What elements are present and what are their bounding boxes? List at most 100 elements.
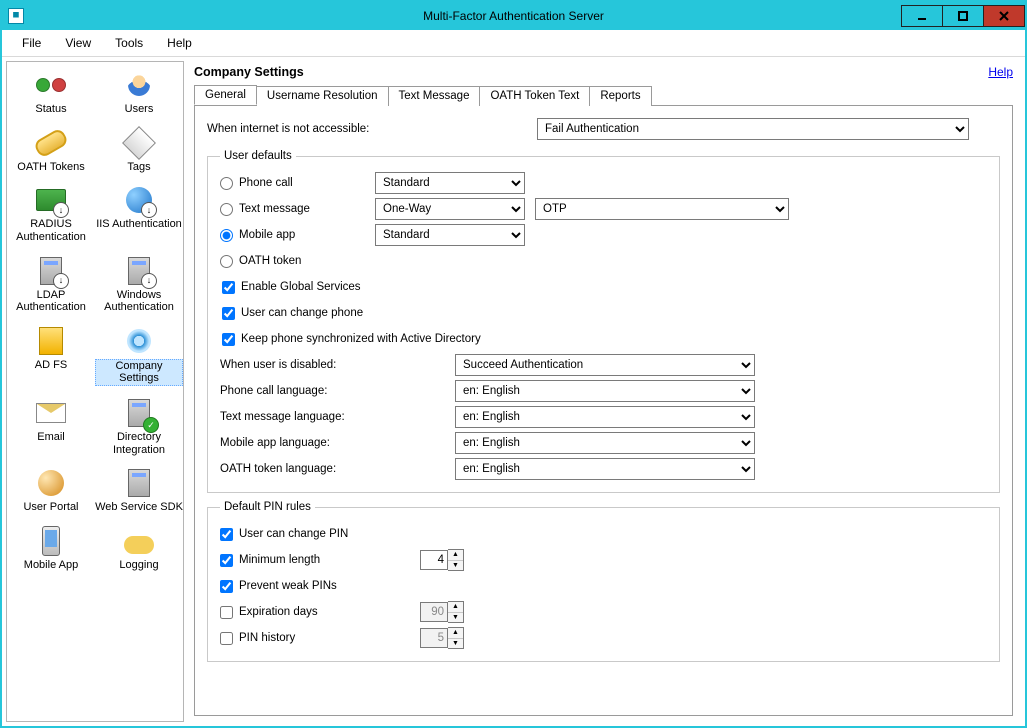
sidebar-item-company-settings[interactable]: Company Settings bbox=[95, 322, 183, 394]
check-change-phone[interactable]: User can change phone bbox=[222, 307, 363, 320]
sidebar-label: AD FS bbox=[7, 359, 95, 372]
spin-down-icon[interactable]: ▼ bbox=[448, 561, 463, 571]
phone-lang-select[interactable]: en: English bbox=[455, 380, 755, 402]
expiration-value[interactable] bbox=[420, 602, 448, 622]
tags-icon bbox=[123, 127, 155, 159]
check-change-pin-input[interactable] bbox=[220, 528, 233, 541]
spin-up-icon[interactable]: ▲ bbox=[448, 550, 463, 561]
company-settings-icon bbox=[123, 325, 155, 357]
radio-text-message[interactable]: Text message bbox=[220, 203, 365, 216]
radio-text-message-input[interactable] bbox=[220, 203, 233, 216]
pin-history-spinner[interactable]: ▲▼ bbox=[420, 627, 464, 649]
radio-mobile-app[interactable]: Mobile app bbox=[220, 229, 365, 242]
check-min-length[interactable]: Minimum length bbox=[220, 554, 410, 567]
spin-down-icon[interactable]: ▼ bbox=[448, 613, 463, 623]
mobile-app-mode-select[interactable]: Standard bbox=[375, 224, 525, 246]
check-pin-history[interactable]: PIN history bbox=[220, 632, 410, 645]
sidebar-item-status[interactable]: Status bbox=[7, 66, 95, 124]
text-lang-select[interactable]: en: English bbox=[455, 406, 755, 428]
sidebar-item-mobile-app[interactable]: Mobile App bbox=[7, 522, 95, 580]
tab-text-message[interactable]: Text Message bbox=[388, 86, 481, 106]
sidebar-label: Email bbox=[7, 431, 95, 444]
sidebar-item-oath-tokens[interactable]: OATH Tokens bbox=[7, 124, 95, 182]
text-message-type-select[interactable]: OTP bbox=[535, 198, 789, 220]
text-lang-label: Text message language: bbox=[220, 411, 445, 423]
radio-text-message-label: Text message bbox=[239, 203, 310, 215]
check-enable-global-input[interactable] bbox=[222, 281, 235, 294]
radio-phone-call-label: Phone call bbox=[239, 177, 293, 189]
check-change-phone-input[interactable] bbox=[222, 307, 235, 320]
tab-reports[interactable]: Reports bbox=[589, 86, 651, 106]
check-min-length-input[interactable] bbox=[220, 554, 233, 567]
check-keep-sync-input[interactable] bbox=[222, 333, 235, 346]
expiration-spinner[interactable]: ▲▼ bbox=[420, 601, 464, 623]
sidebar-item-directory-integration[interactable]: ✓ Directory Integration bbox=[95, 394, 183, 464]
radio-oath-token-label: OATH token bbox=[239, 255, 301, 267]
pin-history-value[interactable] bbox=[420, 628, 448, 648]
sidebar-label: LDAP Authentication bbox=[7, 289, 95, 314]
spin-up-icon[interactable]: ▲ bbox=[448, 628, 463, 639]
email-icon bbox=[35, 397, 67, 429]
iis-icon: ↓ bbox=[123, 184, 155, 216]
sidebar: Status Users OATH Tokens Tags ↓ RADIUS A… bbox=[6, 61, 184, 722]
help-link[interactable]: Help bbox=[988, 65, 1013, 79]
directory-icon: ✓ bbox=[123, 397, 155, 429]
min-length-spinner[interactable]: ▲▼ bbox=[420, 549, 464, 571]
menu-view[interactable]: View bbox=[55, 33, 101, 53]
radio-oath-token[interactable]: OATH token bbox=[220, 255, 365, 268]
sidebar-label: User Portal bbox=[7, 501, 95, 514]
tab-content: When internet is not accessible: Fail Au… bbox=[194, 106, 1013, 716]
sidebar-item-tags[interactable]: Tags bbox=[95, 124, 183, 182]
phone-lang-label: Phone call language: bbox=[220, 385, 445, 397]
radio-mobile-app-input[interactable] bbox=[220, 229, 233, 242]
disabled-select[interactable]: Succeed Authentication bbox=[455, 354, 755, 376]
sidebar-item-user-portal[interactable]: User Portal bbox=[7, 464, 95, 522]
menu-tools[interactable]: Tools bbox=[105, 33, 153, 53]
spin-up-icon[interactable]: ▲ bbox=[448, 602, 463, 613]
tab-username-resolution[interactable]: Username Resolution bbox=[256, 86, 389, 106]
sidebar-label: Logging bbox=[95, 559, 183, 572]
tab-oath-token-text[interactable]: OATH Token Text bbox=[479, 86, 590, 106]
radio-oath-token-input[interactable] bbox=[220, 255, 233, 268]
check-change-pin[interactable]: User can change PIN bbox=[220, 528, 348, 541]
oath-lang-select[interactable]: en: English bbox=[455, 458, 755, 480]
sidebar-item-email[interactable]: Email bbox=[7, 394, 95, 464]
sidebar-item-web-service-sdk[interactable]: Web Service SDK bbox=[95, 464, 183, 522]
sidebar-label: Users bbox=[95, 103, 183, 116]
min-length-value[interactable] bbox=[420, 550, 448, 570]
menu-help[interactable]: Help bbox=[157, 33, 202, 53]
sidebar-item-ldap-auth[interactable]: ↓ LDAP Authentication bbox=[7, 252, 95, 322]
check-enable-global[interactable]: Enable Global Services bbox=[222, 281, 361, 294]
row-internet-fail: When internet is not accessible: Fail Au… bbox=[207, 116, 1000, 142]
app-body: Status Users OATH Tokens Tags ↓ RADIUS A… bbox=[2, 57, 1025, 726]
adfs-icon bbox=[35, 325, 67, 357]
internet-select[interactable]: Fail Authentication bbox=[537, 118, 969, 140]
check-expiration-input[interactable] bbox=[220, 606, 233, 619]
check-expiration[interactable]: Expiration days bbox=[220, 606, 410, 619]
spin-down-icon[interactable]: ▼ bbox=[448, 639, 463, 649]
radius-icon: ↓ bbox=[35, 184, 67, 216]
radio-phone-call-input[interactable] bbox=[220, 177, 233, 190]
menu-file[interactable]: File bbox=[12, 33, 51, 53]
user-portal-icon bbox=[35, 467, 67, 499]
sidebar-item-logging[interactable]: Logging bbox=[95, 522, 183, 580]
disabled-label: When user is disabled: bbox=[220, 359, 445, 371]
sidebar-label: IIS Authentication bbox=[95, 218, 183, 231]
sidebar-item-users[interactable]: Users bbox=[95, 66, 183, 124]
titlebar: ⯀ Multi-Factor Authentication Server bbox=[2, 2, 1025, 30]
windows-auth-icon: ↓ bbox=[123, 255, 155, 287]
sidebar-item-windows-auth[interactable]: ↓ Windows Authentication bbox=[95, 252, 183, 322]
users-icon bbox=[123, 69, 155, 101]
radio-phone-call[interactable]: Phone call bbox=[220, 177, 365, 190]
sidebar-item-iis-auth[interactable]: ↓ IIS Authentication bbox=[95, 181, 183, 251]
check-pin-history-input[interactable] bbox=[220, 632, 233, 645]
check-prevent-weak[interactable]: Prevent weak PINs bbox=[220, 580, 337, 593]
tab-general[interactable]: General bbox=[194, 85, 257, 105]
check-prevent-weak-input[interactable] bbox=[220, 580, 233, 593]
sidebar-item-adfs[interactable]: AD FS bbox=[7, 322, 95, 394]
phone-call-mode-select[interactable]: Standard bbox=[375, 172, 525, 194]
check-keep-sync[interactable]: Keep phone synchronized with Active Dire… bbox=[222, 333, 481, 346]
mobile-lang-select[interactable]: en: English bbox=[455, 432, 755, 454]
text-message-mode-select[interactable]: One-Way bbox=[375, 198, 525, 220]
sidebar-item-radius-auth[interactable]: ↓ RADIUS Authentication bbox=[7, 181, 95, 251]
